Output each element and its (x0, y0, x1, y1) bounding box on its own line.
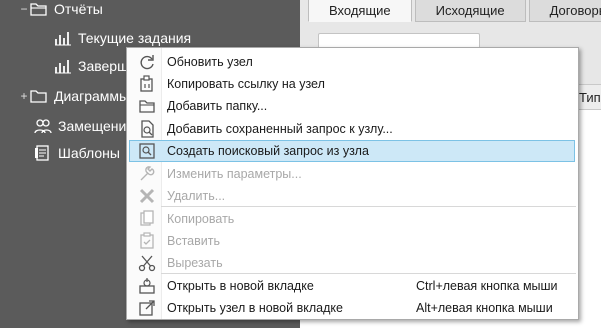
tree-item-label: Шаблоны (58, 145, 120, 161)
tab-bar: Входящие Исходящие Договоры (308, 0, 601, 22)
wrench-icon (134, 165, 160, 183)
tree-item-substitutions[interactable]: Замещени (34, 115, 126, 137)
open-external-icon (134, 299, 160, 317)
menu-item-label: Удалить... (167, 189, 226, 203)
tree-item-label: Диаграммы (54, 88, 130, 104)
open-new-tab-icon (134, 277, 160, 295)
paste-icon (134, 232, 160, 250)
template-icon (34, 144, 52, 162)
menu-item-label: Открыть в новой вкладке (167, 279, 314, 293)
tree-item-diagrams[interactable]: + Диаграммы (18, 85, 129, 107)
tab-outgoing[interactable]: Исходящие (414, 0, 526, 22)
menu-item-label: Вырезать (167, 256, 223, 270)
menu-item-open-new-tab[interactable]: Открыть в новой вкладке Ctrl+левая кнопк… (129, 275, 575, 297)
tree-item-reports[interactable]: − Отчёты (18, 0, 103, 20)
menu-separator (161, 273, 576, 274)
menu-item-add-folder[interactable]: Добавить папку... (129, 95, 575, 117)
report-chart-icon (54, 57, 72, 75)
menu-item-label: Изменить параметры... (167, 167, 302, 181)
tree-item-label: Заверш (78, 58, 129, 74)
menu-item-copy[interactable]: Копировать (129, 208, 575, 230)
menu-item-paste[interactable]: Вставить (129, 230, 575, 252)
menu-item-add-saved-query[interactable]: Добавить сохраненный запрос к узлу... (129, 118, 575, 140)
tree-item-label: Отчёты (54, 1, 103, 17)
add-folder-icon (134, 97, 160, 115)
menu-item-label: Копировать (167, 212, 235, 226)
menu-item-label: Добавить папку... (167, 99, 268, 113)
folder-open-icon (30, 0, 48, 18)
menu-item-label: Копировать ссылку на узел (167, 77, 325, 91)
menu-item-label: Обновить узел (167, 55, 253, 69)
delete-icon (134, 187, 160, 205)
expand-icon[interactable]: + (18, 89, 30, 103)
tree-item-completed[interactable]: Заверш (54, 55, 128, 77)
menu-separator (161, 206, 576, 207)
menu-item-label: Вставить (167, 234, 220, 248)
tab-contracts[interactable]: Договоры (528, 0, 601, 22)
menu-item-shortcut: Alt+левая кнопка мыши (416, 301, 553, 315)
refresh-icon (134, 53, 160, 71)
report-chart-icon (54, 29, 72, 47)
menu-item-copy-link[interactable]: Копировать ссылку на узел (129, 73, 575, 95)
context-menu: Обновить узел Копировать ссылку на узел … (126, 47, 579, 320)
copy-link-icon (134, 75, 160, 93)
menu-item-cut[interactable]: Вырезать (129, 252, 575, 274)
saved-query-icon (134, 120, 160, 138)
tree-item-label: Текущие задания (78, 30, 192, 46)
menu-item-label: Открыть узел в новой вкладке (167, 301, 343, 315)
copy-icon (134, 210, 160, 228)
collapse-icon[interactable]: − (18, 2, 30, 16)
tree-item-templates[interactable]: Шаблоны (34, 142, 120, 164)
tree-item-label: Замещени (58, 118, 127, 134)
users-icon (34, 117, 52, 135)
menu-item-shortcut: Ctrl+левая кнопка мыши (416, 279, 558, 293)
cut-icon (134, 254, 160, 272)
search-query-icon (134, 142, 160, 160)
folder-icon (30, 87, 48, 105)
menu-item-open-node-new-tab[interactable]: Открыть узел в новой вкладке Alt+левая к… (129, 297, 575, 319)
menu-item-label: Создать поисковый запрос из узла (167, 144, 369, 158)
menu-item-edit-params[interactable]: Изменить параметры... (129, 163, 575, 185)
menu-item-create-search-query[interactable]: Создать поисковый запрос из узла (129, 140, 575, 162)
menu-item-refresh-node[interactable]: Обновить узел (129, 51, 575, 73)
tree-item-current-tasks[interactable]: Текущие задания (54, 27, 191, 49)
menu-item-delete[interactable]: Удалить... (129, 185, 575, 207)
tab-incoming[interactable]: Входящие (308, 0, 412, 22)
menu-item-label: Добавить сохраненный запрос к узлу... (167, 122, 393, 136)
